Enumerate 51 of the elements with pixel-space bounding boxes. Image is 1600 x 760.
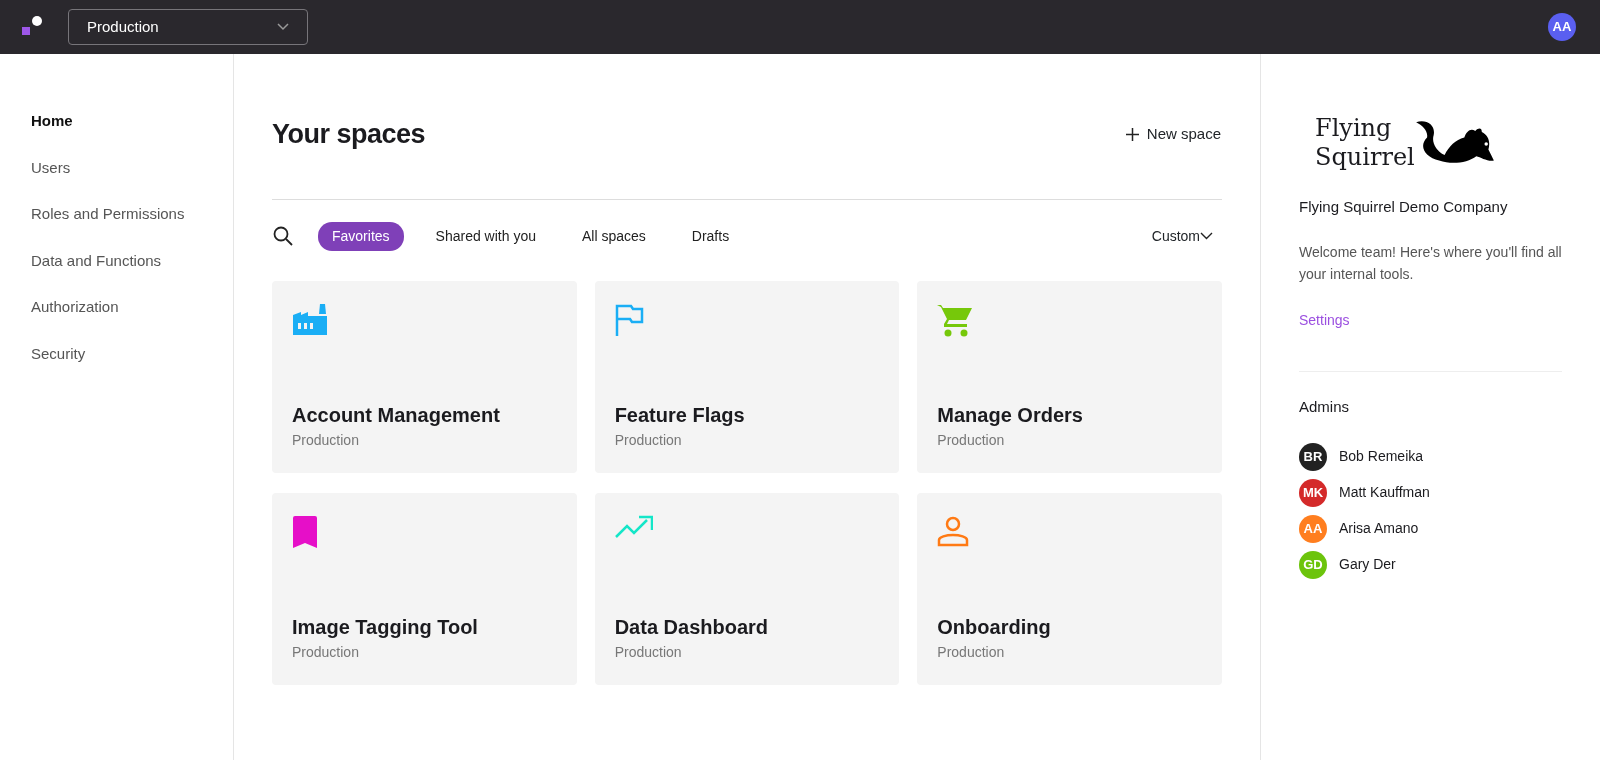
user-avatar[interactable]: AA: [1548, 13, 1576, 41]
space-name: Account Management: [292, 402, 501, 428]
space-name: Data Dashboard: [614, 614, 770, 640]
space-name: Image Tagging Tool: [292, 614, 479, 640]
welcome-text: Welcome team! Here's where you'll find all your internal tools.: [1299, 243, 1562, 284]
space-environment: Production: [937, 430, 1006, 450]
space-card[interactable]: Image Tagging Tool Production: [272, 492, 577, 685]
environment-dropdown[interactable]: Production: [68, 9, 308, 45]
chevron-down-icon: [1200, 232, 1213, 240]
sort-dropdown[interactable]: Custom: [1150, 224, 1214, 248]
space-name: Feature Flags: [614, 402, 746, 428]
space-environment: Production: [614, 430, 683, 450]
admin-name: Bob Remeika: [1339, 447, 1424, 467]
sidebar-item[interactable]: Authorization: [31, 296, 119, 319]
admin-avatar: BR: [1299, 442, 1327, 471]
space-card[interactable]: Feature Flags Production: [594, 280, 900, 473]
chevron-down-icon: [277, 23, 289, 31]
space-card[interactable]: Data Dashboard Production: [594, 492, 900, 685]
space-environment: Production: [292, 642, 360, 662]
admins-heading: Admins: [1299, 397, 1351, 418]
admin-name: Arisa Amano: [1339, 519, 1419, 539]
space-environment: Production: [614, 642, 683, 662]
admin-name: Matt Kauffman: [1339, 483, 1430, 503]
settings-link[interactable]: Settings: [1299, 310, 1350, 332]
filter-tab[interactable]: Shared with you: [421, 221, 550, 251]
admin-avatar: GD: [1299, 550, 1327, 579]
search-icon[interactable]: [272, 225, 294, 247]
company-name: Flying Squirrel Demo Company: [1299, 196, 1509, 217]
admin-name: Gary Der: [1339, 555, 1396, 575]
sidebar-item[interactable]: Data and Functions: [31, 249, 162, 272]
sidebar-item[interactable]: Security: [31, 342, 86, 365]
admin-avatar: AA: [1299, 514, 1327, 543]
space-environment: Production: [937, 642, 1006, 662]
space-card[interactable]: Manage Orders Production: [917, 280, 1222, 473]
space-environment: Production: [292, 430, 360, 450]
sidebar-item[interactable]: Home: [31, 110, 73, 133]
new-space-button[interactable]: New space: [1124, 122, 1222, 147]
filter-tab[interactable]: Drafts: [677, 221, 744, 251]
sidebar-item[interactable]: Users: [31, 156, 71, 179]
logo-text: Flying: [1315, 114, 1393, 143]
space-card[interactable]: Account Management Production: [272, 280, 577, 473]
space-name: Onboarding: [937, 614, 1052, 640]
space-card[interactable]: Onboarding Production: [917, 492, 1222, 685]
page-title: Your spaces: [272, 118, 426, 151]
sidebar-item[interactable]: Roles and Permissions: [31, 203, 185, 226]
filter-tab[interactable]: Favorites: [318, 221, 404, 251]
admin-avatar: MK: [1299, 478, 1327, 507]
filter-tab[interactable]: All spaces: [568, 221, 660, 251]
logo-text: Squirrel: [1315, 142, 1415, 172]
plus-icon: [1125, 127, 1139, 141]
space-name: Manage Orders: [937, 402, 1084, 428]
